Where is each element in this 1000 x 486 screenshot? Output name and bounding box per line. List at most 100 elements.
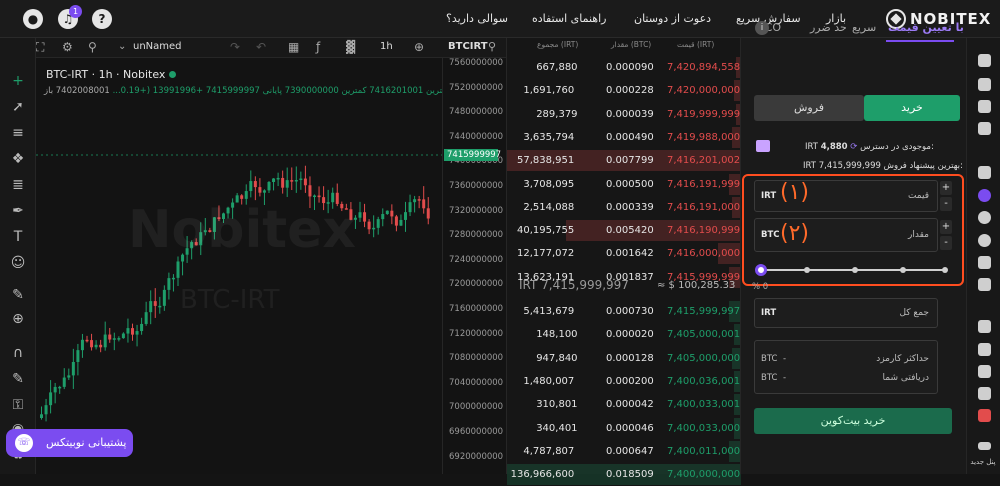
lock-drawing-icon[interactable]: ✎: [9, 370, 27, 388]
watermark-brand: Nobitex: [128, 200, 356, 260]
ruler-icon[interactable]: ✎: [9, 286, 27, 304]
ask-row[interactable]: 40,195,755 0.005420 7,416,190,999: [507, 219, 741, 242]
bid-row[interactable]: 340,401 0.000046 7,400,033,000: [507, 417, 741, 440]
cell-amount: 0.018509: [606, 469, 654, 481]
brush-icon[interactable]: ✒: [9, 202, 27, 220]
compare-icon[interactable]: ▓: [346, 40, 355, 54]
cell-amount: 0.007799: [606, 155, 654, 167]
layout-name[interactable]: unNamed: [133, 41, 182, 52]
staking-icon[interactable]: [978, 234, 991, 247]
undo-icon[interactable]: ↶: [256, 40, 266, 54]
tab-stop-loss[interactable]: حد ضرر: [810, 21, 847, 34]
fullscreen-icon[interactable]: ⛶: [36, 40, 44, 55]
ask-row[interactable]: 3,708,095 0.000500 7,416,191,999: [507, 173, 741, 196]
bid-row[interactable]: 136,966,600 0.018509 7,400,000,000: [507, 463, 741, 486]
ask-row[interactable]: 2,514,088 0.000339 7,416,191,000: [507, 196, 741, 219]
bid-row[interactable]: 5,413,679 0.000730 7,415,999,997: [507, 300, 741, 323]
templates-icon[interactable]: ▦: [288, 40, 299, 54]
candle-body: [44, 405, 48, 415]
cell-total: 289,379: [536, 108, 578, 120]
candle-body: [426, 208, 430, 219]
bid-row[interactable]: 1,480,007 0.000200 7,400,036,001: [507, 370, 741, 393]
messages-icon[interactable]: [978, 365, 991, 378]
wallet-icon[interactable]: [756, 140, 770, 152]
price-axis[interactable]: 7560000000 7520000000 7480000000 7440000000…: [442, 58, 506, 474]
orders-icon[interactable]: [978, 100, 991, 113]
nav-invite[interactable]: دعوت از دوستان: [634, 12, 711, 25]
help-icon[interactable]: ?: [92, 9, 112, 29]
interval-selector[interactable]: 1h: [380, 41, 393, 52]
trend-line-icon[interactable]: ➚: [9, 98, 27, 116]
history-icon[interactable]: [978, 122, 991, 135]
bid-row[interactable]: 947,840 0.000128 7,405,000,000: [507, 347, 741, 370]
layout-chevron-icon[interactable]: ⌄: [118, 41, 126, 52]
profile-icon[interactable]: [978, 320, 991, 333]
ask-row[interactable]: 289,379 0.000039 7,419,999,999: [507, 103, 741, 126]
ask-row[interactable]: 3,635,794 0.000490 7,419,988,000: [507, 126, 741, 149]
cell-total: 1,691,760: [523, 85, 575, 97]
symbol-selector[interactable]: BTCIRT: [448, 41, 488, 52]
cell-amount: 0.000339: [606, 201, 654, 213]
candle-body: [149, 301, 153, 313]
crosshair-icon[interactable]: +: [9, 72, 27, 90]
candle-body: [71, 361, 75, 376]
horizontal-lines-icon[interactable]: ≡: [9, 124, 27, 142]
tab-limit[interactable]: با تعیین قیمت: [888, 21, 964, 34]
text-tool-icon[interactable]: T: [9, 228, 27, 246]
wallet-nav-icon[interactable]: [978, 78, 991, 91]
dashboard-icon[interactable]: [978, 54, 991, 67]
buy-bitcoin-button[interactable]: خرید بیت‌کوین: [754, 408, 952, 434]
new-panel-label[interactable]: پنل جدید: [966, 458, 1000, 466]
ask-row[interactable]: 1,691,760 0.000228 7,420,000,000: [507, 79, 741, 102]
add-symbol-icon[interactable]: ⊕: [414, 40, 424, 54]
sell-tab-button[interactable]: فروش: [754, 95, 864, 121]
candle-body: [158, 305, 162, 308]
bid-row[interactable]: 310,801 0.000042 7,400,033,001: [507, 393, 741, 416]
fib-icon[interactable]: ≣: [9, 176, 27, 194]
redo-icon[interactable]: ↷: [230, 40, 240, 54]
logout-icon[interactable]: [978, 409, 991, 422]
receive-unit: BTC: [761, 373, 778, 383]
settings-nav-icon[interactable]: [978, 387, 991, 400]
indicators-icon[interactable]: ƒ: [316, 40, 320, 54]
ask-row[interactable]: 12,177,072 0.001642 7,416,000,000: [507, 242, 741, 265]
total-input[interactable]: IRT جمع کل: [754, 298, 938, 328]
new-panel-icon[interactable]: [978, 442, 991, 450]
user-icon[interactable]: ●: [23, 9, 43, 29]
pitchfork-icon[interactable]: ❖: [9, 150, 27, 168]
lock-icon[interactable]: ⚿: [9, 396, 27, 414]
earn-icon[interactable]: [978, 211, 991, 224]
tab-quick[interactable]: سریع: [852, 21, 876, 34]
nav-faq[interactable]: سوالی دارید؟: [446, 12, 508, 25]
exchange-icon[interactable]: [978, 189, 991, 202]
settings-icon[interactable]: ⚙: [62, 40, 73, 54]
info-icon[interactable]: i: [755, 21, 769, 35]
candle-body: [85, 339, 89, 342]
buy-tab-button[interactable]: خرید: [864, 95, 960, 121]
ask-row[interactable]: 667,880 0.000090 7,420,894,558: [507, 56, 741, 79]
security-icon[interactable]: [978, 343, 991, 356]
candle-body: [49, 392, 53, 406]
magnet-icon[interactable]: ∩: [9, 344, 27, 362]
ask-row[interactable]: 57,838,951 0.007799 7,416,201,002: [507, 149, 741, 172]
refresh-icon[interactable]: ⟳: [850, 142, 857, 152]
zoom-icon[interactable]: ⚲: [88, 40, 97, 54]
chart-nav-icon[interactable]: [978, 166, 991, 179]
bid-row[interactable]: 4,787,807 0.000647 7,400,011,000: [507, 440, 741, 463]
cell-price: 7,419,999,999: [667, 108, 741, 120]
candle-body: [249, 181, 253, 192]
emoji-icon[interactable]: ☺: [9, 254, 27, 272]
price-chart[interactable]: [36, 58, 442, 474]
headset-icon: ☏: [15, 434, 33, 452]
zoom-in-icon[interactable]: ⊕: [9, 310, 27, 328]
price-tick: 7320000000: [449, 205, 504, 216]
cell-amount: 0.000020: [606, 329, 654, 341]
symbol-search-icon[interactable]: ⚲: [488, 40, 496, 53]
gift-icon[interactable]: [978, 256, 991, 269]
support-button[interactable]: ☏ پشتیبانی نوبیتکس: [6, 429, 133, 457]
last-price: IRT 7,415,999,997: [519, 278, 629, 292]
candle-body: [144, 312, 148, 324]
nav-guide[interactable]: راهنمای استفاده: [532, 12, 606, 25]
bid-row[interactable]: 148,100 0.000020 7,405,000,001: [507, 323, 741, 346]
cards-icon[interactable]: [978, 278, 991, 291]
